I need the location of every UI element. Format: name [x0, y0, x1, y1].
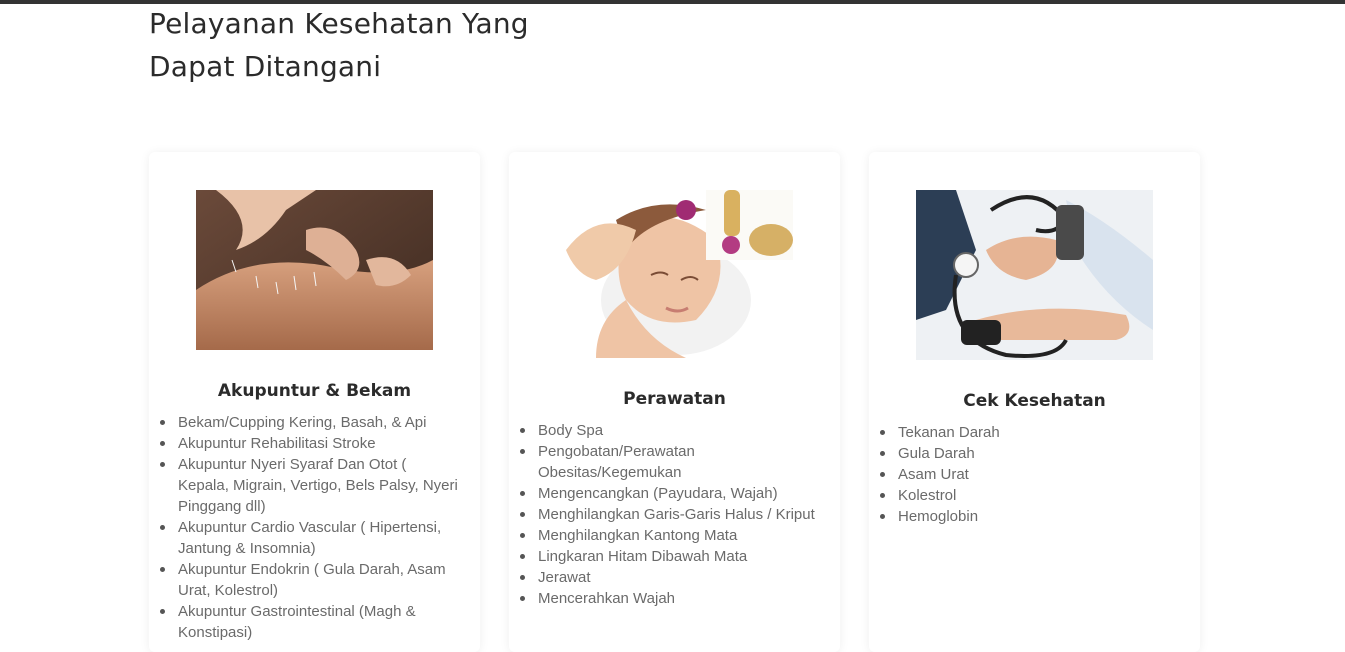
service-card-akupuntur: Akupuntur & Bekam Bekam/Cupping Kering, …	[149, 152, 480, 652]
list-item: Jerawat	[520, 567, 820, 588]
list-item: Pengobatan/Perawatan Obesitas/Kegemukan	[520, 441, 820, 483]
list-item: Asam Urat	[880, 464, 1180, 485]
service-list-perawatan: Body Spa Pengobatan/Perawatan Obesitas/K…	[520, 420, 820, 609]
list-item: Tekanan Darah	[880, 422, 1180, 443]
card-title-perawatan: Perawatan	[623, 389, 726, 409]
list-item: Bekam/Cupping Kering, Basah, & Api	[160, 412, 460, 433]
list-item: Lingkaran Hitam Dibawah Mata	[520, 546, 820, 567]
list-item: Mencerahkan Wajah	[520, 588, 820, 609]
service-card-cek-kesehatan: Cek Kesehatan Tekanan Darah Gula Darah A…	[869, 152, 1200, 652]
list-item: Mengencangkan (Payudara, Wajah)	[520, 483, 820, 504]
acupuncture-image-icon	[196, 190, 433, 350]
blood-pressure-image-icon	[916, 190, 1153, 360]
facial-massage-photo	[556, 190, 793, 358]
facial-massage-image-icon	[556, 190, 793, 358]
card-title-cek-kesehatan: Cek Kesehatan	[963, 391, 1106, 411]
service-card-perawatan: Perawatan Body Spa Pengobatan/Perawatan …	[509, 152, 840, 652]
list-item: Akupuntur Cardio Vascular ( Hipertensi, …	[160, 517, 460, 559]
list-item: Akupuntur Endokrin ( Gula Darah, Asam Ur…	[160, 559, 460, 601]
service-list-akupuntur: Bekam/Cupping Kering, Basah, & Api Akupu…	[160, 412, 460, 643]
service-list-cek-kesehatan: Tekanan Darah Gula Darah Asam Urat Koles…	[880, 422, 1180, 527]
card-title-akupuntur: Akupuntur & Bekam	[217, 381, 412, 401]
section-heading: Pelayanan Kesehatan Yang Dapat Ditangani	[149, 7, 529, 83]
list-item: Kolestrol	[880, 485, 1180, 506]
list-item: Menghilangkan Garis-Garis Halus / Kriput	[520, 504, 820, 525]
acupuncture-photo	[196, 190, 433, 350]
list-item: Akupuntur Gastrointestinal (Magh & Konst…	[160, 601, 460, 643]
list-item: Hemoglobin	[880, 506, 1180, 527]
list-item: Body Spa	[520, 420, 820, 441]
list-item: Menghilangkan Kantong Mata	[520, 525, 820, 546]
list-item: Gula Darah	[880, 443, 1180, 464]
blood-pressure-photo	[916, 190, 1153, 360]
list-item: Akupuntur Nyeri Syaraf Dan Otot ( Kepala…	[160, 454, 460, 517]
list-item: Akupuntur Rehabilitasi Stroke	[160, 433, 460, 454]
